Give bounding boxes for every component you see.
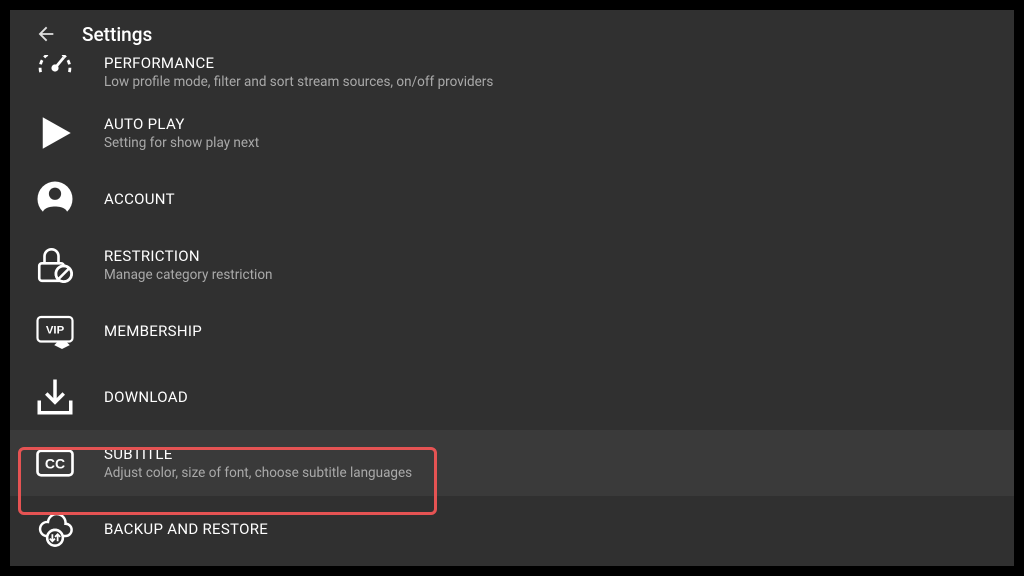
item-label: MEMBERSHIP [104, 322, 202, 340]
item-label: ACCOUNT [104, 190, 175, 208]
settings-item-backup[interactable]: BACKUP AND RESTORE [10, 496, 1014, 562]
cc-icon: CC [34, 442, 76, 484]
item-texts: MEMBERSHIP [104, 322, 202, 340]
settings-item-performance[interactable]: PERFORMANCE Low profile mode, filter and… [10, 54, 1014, 100]
item-texts: DOWNLOAD [104, 388, 188, 406]
item-desc: Low profile mode, filter and sort stream… [104, 74, 493, 90]
svg-text:CC: CC [45, 455, 65, 471]
play-icon [34, 112, 76, 154]
item-desc: Manage category restriction [104, 267, 272, 283]
settings-item-subtitle[interactable]: CC SUBTITLE Adjust color, size of font, … [10, 430, 1014, 496]
item-texts: SUBTITLE Adjust color, size of font, cho… [104, 445, 412, 481]
download-icon [34, 376, 76, 418]
settings-item-download[interactable]: DOWNLOAD [10, 364, 1014, 430]
item-desc: Setting for show play next [104, 135, 259, 151]
item-texts: ACCOUNT [104, 190, 175, 208]
svg-text:VIP: VIP [46, 325, 65, 337]
item-label: SUBTITLE [104, 445, 412, 463]
settings-item-account[interactable]: ACCOUNT [10, 166, 1014, 232]
settings-list: PERFORMANCE Low profile mode, filter and… [10, 58, 1014, 562]
vip-icon: VIP [34, 310, 76, 352]
header: Settings [10, 10, 1014, 58]
performance-icon [34, 55, 76, 89]
page-title: Settings [82, 23, 152, 46]
back-icon[interactable] [34, 22, 58, 46]
settings-item-membership[interactable]: VIP MEMBERSHIP [10, 298, 1014, 364]
account-icon [34, 178, 76, 220]
item-label: BACKUP AND RESTORE [104, 520, 268, 538]
item-label: AUTO PLAY [104, 115, 259, 133]
item-texts: AUTO PLAY Setting for show play next [104, 115, 259, 151]
item-label: RESTRICTION [104, 247, 272, 265]
item-texts: BACKUP AND RESTORE [104, 520, 268, 538]
item-desc: Adjust color, size of font, choose subti… [104, 465, 412, 481]
lock-ban-icon [34, 244, 76, 286]
item-texts: RESTRICTION Manage category restriction [104, 247, 272, 283]
item-label: DOWNLOAD [104, 388, 188, 406]
item-texts: PERFORMANCE Low profile mode, filter and… [104, 54, 493, 90]
settings-item-restriction[interactable]: RESTRICTION Manage category restriction [10, 232, 1014, 298]
item-label: PERFORMANCE [104, 54, 493, 72]
cloud-sync-icon [34, 508, 76, 550]
settings-screen: Settings PERFORMANCE Low profile mode, f… [10, 10, 1014, 566]
settings-item-autoplay[interactable]: AUTO PLAY Setting for show play next [10, 100, 1014, 166]
